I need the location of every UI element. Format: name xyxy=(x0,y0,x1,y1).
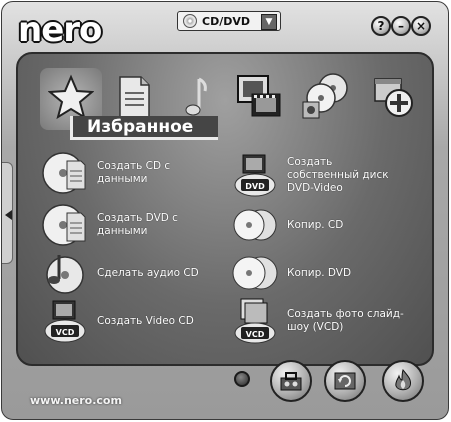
task-label: Копир. CD xyxy=(287,218,344,231)
tab-video[interactable] xyxy=(232,70,286,124)
help-button[interactable]: ? xyxy=(371,16,391,36)
toolbox-icon xyxy=(280,372,302,391)
task-label: Создать DVD с данными xyxy=(97,212,178,237)
task-create-photo-slideshow[interactable]: VCD Создать фото слайд- шоу (VCD) xyxy=(230,296,404,346)
status-led xyxy=(234,371,250,387)
disc-icon xyxy=(183,14,197,28)
task-create-data-cd[interactable]: Создать CD с данными xyxy=(40,148,170,198)
task-create-dvd-video[interactable]: DVD Создать собственный диск DVD-Video xyxy=(230,150,389,200)
expand-arrow-icon[interactable] xyxy=(5,210,12,220)
vcd-badge: VCD xyxy=(246,330,265,339)
add-icon xyxy=(374,78,413,117)
discs-icon xyxy=(302,73,348,119)
tab-music[interactable] xyxy=(176,72,216,122)
tab-data[interactable] xyxy=(114,72,154,122)
close-button[interactable]: × xyxy=(411,16,431,36)
nero-logo: nero xyxy=(18,10,102,50)
category-title: Избранное xyxy=(70,116,218,140)
website-link[interactable]: www.nero.com xyxy=(30,394,122,407)
toolbox-button[interactable] xyxy=(270,360,312,402)
burn-button[interactable] xyxy=(382,360,424,402)
task-label: Создать CD с данными xyxy=(97,160,171,185)
task-label: Сделать аудио CD xyxy=(97,266,199,279)
task-label: Создать Video CD xyxy=(97,314,194,327)
minimize-button[interactable]: – xyxy=(391,16,411,36)
data-disc-icon xyxy=(40,148,90,198)
document-icon xyxy=(119,76,150,118)
vcd-icon: VCD xyxy=(40,296,90,346)
photo-vcd-icon: VCD xyxy=(230,296,280,346)
task-copy-cd[interactable]: Копир. CD xyxy=(230,200,343,250)
dvd-video-icon: DVD xyxy=(230,150,280,200)
film-icon xyxy=(237,75,281,117)
vcd-badge: VCD xyxy=(56,328,75,337)
task-label: Создать фото слайд- шоу (VCD) xyxy=(287,308,404,333)
task-label: Копир. DVD xyxy=(287,266,352,279)
tab-favorites[interactable] xyxy=(46,72,96,122)
music-note-icon xyxy=(185,77,207,116)
tab-copy-backup[interactable] xyxy=(298,70,354,124)
data-disc-icon xyxy=(40,200,90,250)
backup-icon xyxy=(334,372,356,390)
task-make-audio-cd[interactable]: Сделать аудио CD xyxy=(40,248,199,298)
task-copy-dvd[interactable]: Копир. DVD xyxy=(230,248,351,298)
flame-icon xyxy=(395,368,411,391)
tab-extras[interactable] xyxy=(368,72,418,122)
disc-type-selector[interactable]: CD/DVD ▼ xyxy=(177,11,281,31)
task-create-video-cd[interactable]: VCD Создать Video CD xyxy=(40,296,194,346)
task-create-data-dvd[interactable]: Создать DVD с данными xyxy=(40,200,178,250)
star-icon xyxy=(48,74,94,120)
dvd-badge: DVD xyxy=(245,182,265,191)
chevron-down-icon[interactable]: ▼ xyxy=(261,14,277,30)
main-panel: Избранное Создать CD с данными Создать D… xyxy=(16,52,434,366)
disc-type-value: CD/DVD xyxy=(202,14,250,28)
nero-window: nero CD/DVD ▼ ? – × Избранное Создать CD… xyxy=(1,1,449,420)
audio-disc-icon xyxy=(40,248,90,298)
copy-dvd-icon xyxy=(230,248,280,298)
backup-button[interactable] xyxy=(324,360,366,402)
copy-cd-icon xyxy=(230,200,280,250)
task-label: Создать собственный диск DVD-Video xyxy=(287,155,389,194)
